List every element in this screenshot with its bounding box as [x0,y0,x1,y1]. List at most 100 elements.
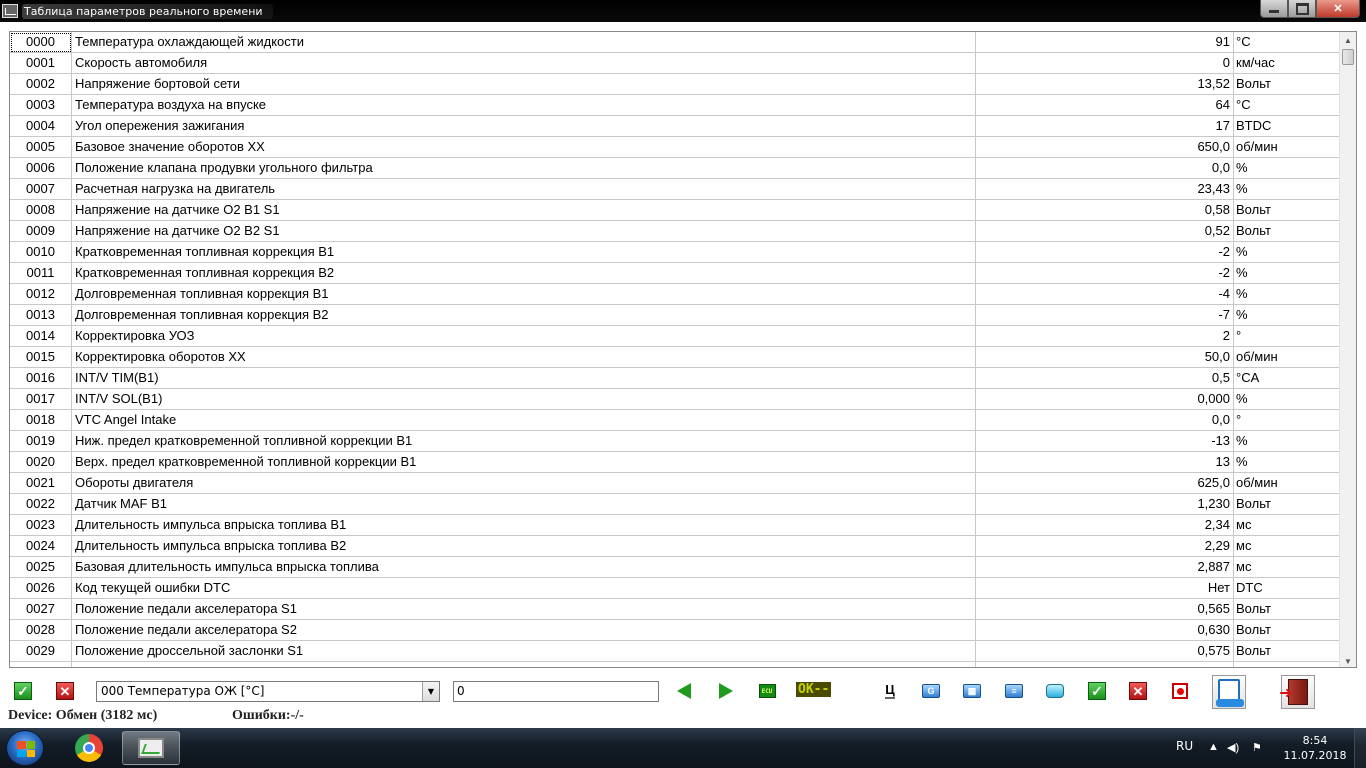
cell-id: 0028 [10,620,72,641]
parameters-table: 0000 Температура охлаждающей жидкости 91 °C… [9,31,1357,668]
table-row[interactable]: 0015 Корректировка оборотов XX 50,0 об/мин [10,347,1340,368]
volume-icon[interactable]: ◀) [1227,741,1239,754]
table-row[interactable]: 0002 Напряжение бортовой сети 13,52 Вольт [10,74,1340,95]
confirm-button[interactable]: ✓ [1087,681,1107,701]
table-row[interactable]: 0007 Расчетная нагрузка на двигатель 23,43… [10,179,1340,200]
table-row[interactable]: 0006 Положение клапана продувки угольного… [10,158,1340,179]
maximize-button[interactable] [1288,0,1316,18]
table-row[interactable]: 0016 INT/V TIM(B1) 0,5 °CA [10,368,1340,389]
ok-indicator[interactable]: OK-- [796,682,832,697]
action-center-flag-icon[interactable]: ⚑ [1252,741,1262,754]
next-button[interactable] [716,681,736,701]
cell-value: 50,0 [976,347,1234,368]
cell-unit: % [1234,179,1340,200]
table-row-partial[interactable] [10,662,1340,667]
table-row[interactable]: 0029 Положение дроссельной заслонки S1 0,5… [10,641,1340,662]
table-row[interactable]: 0003 Температура воздуха на впуске 64 °C [10,95,1340,116]
table-row[interactable]: 0009 Напряжение на датчике O2 B2 S1 0,52 Во… [10,221,1340,242]
show-desktop-button[interactable] [1354,728,1366,768]
table-row[interactable]: 0026 Код текущей ошибки DTC Нет DTC [10,578,1340,599]
scroll-thumb[interactable] [1342,49,1354,65]
cell-name: Длительность импульса впрыска топлива B1 [72,515,976,536]
tray-expand-icon[interactable]: ▲ [1208,741,1219,753]
parameter-select[interactable]: 000 Температура ОЖ [°C] ▼ [96,681,440,702]
cell-value: 2,34 [976,515,1234,536]
table-view-button[interactable]: ▦ [962,681,982,701]
cell-id: 0027 [10,599,72,620]
exit-icon [1279,679,1308,705]
accept-button[interactable]: ✓ [13,681,33,701]
clock[interactable]: 8:54 11.07.2018 [1280,733,1350,763]
start-button[interactable] [6,730,44,766]
minimize-button[interactable] [1260,0,1288,18]
scroll-up-icon[interactable]: ▲ [1340,32,1356,48]
table-row[interactable]: 0027 Положение педали акселератора S1 0,56… [10,599,1340,620]
table-row[interactable]: 0022 Датчик MAF B1 1,230 Вольт [10,494,1340,515]
cell-unit: Вольт [1234,599,1340,620]
chevron-down-icon[interactable]: ▼ [422,682,439,701]
table-row[interactable]: 0008 Напряжение на датчике O2 B1 S1 0,58 Во… [10,200,1340,221]
table-row[interactable]: 0013 Долговременная топливная коррекция B… [10,305,1340,326]
report-button[interactable] [1212,675,1246,709]
ecu-button[interactable]: ECU [757,681,777,701]
table-row[interactable]: 0001 Скорость автомобиля 0 км/час [10,53,1340,74]
scroll-down-icon[interactable]: ▼ [1340,653,1356,667]
cell-value: -13 [976,431,1234,452]
table-row[interactable]: 0014 Корректировка УОЗ 2 ° [10,326,1340,347]
value-input[interactable]: 0 [453,681,659,702]
vertical-scrollbar[interactable]: ▲ ▼ [1339,32,1356,667]
errors-status: Ошибки:-/- [232,708,304,723]
cell-id: 0017 [10,389,72,410]
cell-id: 0029 [10,641,72,662]
taskbar-diagnostic-app[interactable] [122,731,180,765]
cell-id: 0012 [10,284,72,305]
window-controls: ✕ [1260,0,1360,18]
table-row[interactable]: 0004 Угол опережения зажигания 17 BTDC [10,116,1340,137]
cancel-button[interactable]: ✕ [1128,681,1148,701]
table-row[interactable]: 0021 Обороты двигателя 625,0 об/мин [10,473,1340,494]
gauge-button[interactable]: G [921,681,941,701]
cell-id: 0011 [10,263,72,284]
cell-unit: мс [1234,515,1340,536]
table-row[interactable]: 0000 Температура охлаждающей жидкости 91 °C [10,32,1340,53]
cell-name: Положение педали акселератора S1 [72,599,976,620]
cell-unit: Вольт [1234,200,1340,221]
reject-button[interactable]: ✕ [55,681,75,701]
table-row[interactable]: 0025 Базовая длительность импульса впрыск… [10,557,1340,578]
close-button[interactable]: ✕ [1316,0,1360,18]
prev-button[interactable] [674,681,694,701]
table-row[interactable]: 0020 Верх. предел кратковременной топливн… [10,452,1340,473]
window-button[interactable] [1045,681,1065,701]
table-row[interactable]: 0018 VTC Angel Intake 0,0 ° [10,410,1340,431]
language-indicator[interactable]: RU [1176,739,1193,753]
table-row[interactable]: 0019 Ниж. предел кратковременной топливно… [10,431,1340,452]
arrow-left-icon [677,683,691,699]
table-row[interactable]: 0017 INT/V SOL(B1) 0,000% [10,389,1340,410]
cell-id: 0020 [10,452,72,473]
cell-name: Положение клапана продувки угольного фил… [72,158,976,179]
table-row[interactable]: 0011 Кратковременная топливная коррекция … [10,263,1340,284]
table-row[interactable]: 0024 Длительность импульса впрыска топлив… [10,536,1340,557]
arrow-right-icon [719,683,733,699]
cell-unit: % [1234,452,1340,473]
table-row[interactable]: 0010 Кратковременная топливная коррекция … [10,242,1340,263]
table-row[interactable]: 0005 Базовое значение оборотов XX 650,0 об/… [10,137,1340,158]
cell-value: -7 [976,305,1234,326]
table-row[interactable]: 0028 Положение педали акселератора S2 0,63… [10,620,1340,641]
ts-button[interactable]: Ц [880,681,900,701]
clock-date: 11.07.2018 [1283,749,1347,762]
cell-name: Температура воздуха на впуске [72,95,976,116]
cell-name: Напряжение на датчике O2 B1 S1 [72,200,976,221]
cell-unit: Вольт [1234,494,1340,515]
table-row[interactable]: 0012 Долговременная топливная коррекция B… [10,284,1340,305]
cell-unit: Вольт [1234,620,1340,641]
cell-id: 0006 [10,158,72,179]
record-button[interactable] [1170,681,1190,701]
table-row[interactable]: 0023 Длительность импульса впрыска топлив… [10,515,1340,536]
taskbar-chrome[interactable] [60,731,118,765]
cell-unit: Вольт [1234,641,1340,662]
cell-id: 0024 [10,536,72,557]
exit-button[interactable] [1279,675,1315,709]
cell-value: -2 [976,263,1234,284]
list-view-button[interactable]: ≡ [1004,681,1024,701]
